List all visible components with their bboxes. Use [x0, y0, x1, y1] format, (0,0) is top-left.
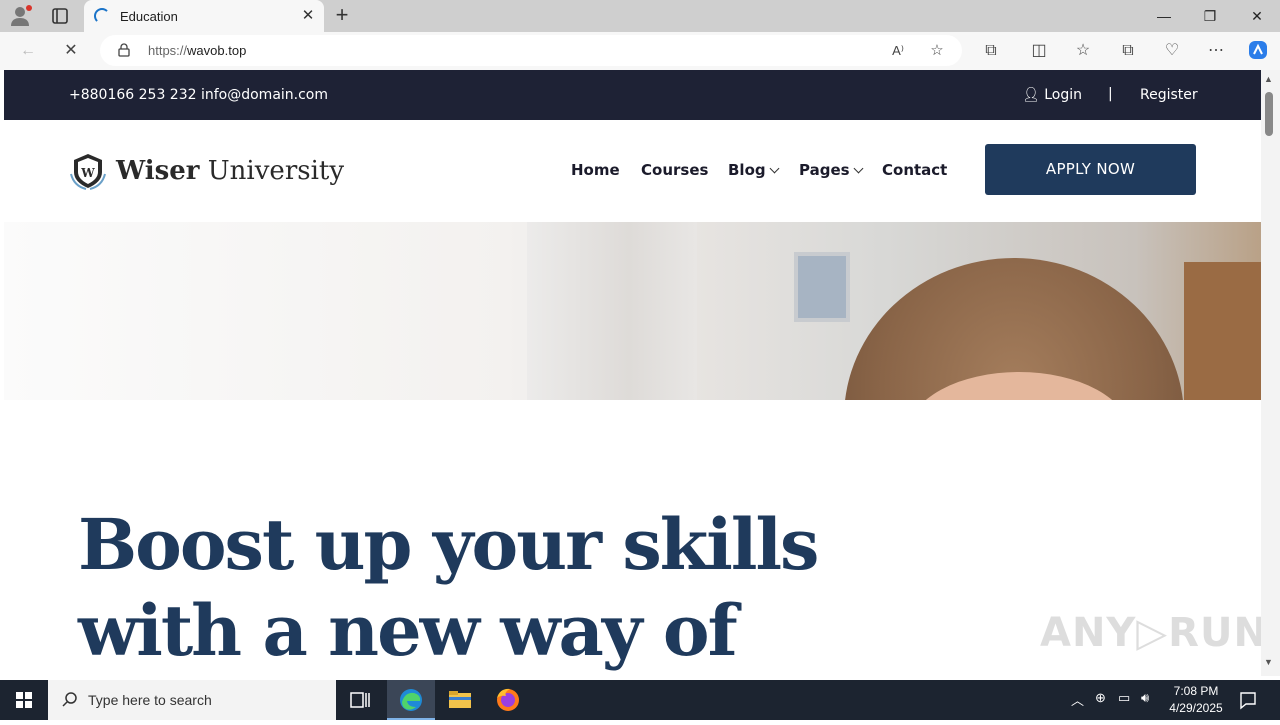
nav-blog-label: Blog — [728, 161, 766, 179]
volume-icon[interactable]: 🔊︎ — [1141, 690, 1149, 706]
tab-actions-icon[interactable] — [50, 6, 70, 26]
browser-tab-strip: Education ✕ + — ❐ ✕ — [0, 0, 1280, 32]
minimize-button[interactable]: — — [1141, 0, 1187, 32]
meet-now-icon[interactable]: ⊕ — [1095, 690, 1106, 706]
clock-time: 7:08 PM — [1173, 684, 1219, 698]
site-topbar: +880166 253 232 info@domain.com 👤︎ Login… — [4, 70, 1261, 120]
clock-date: 4/29/2025 — [1169, 701, 1223, 715]
hero-building-column — [527, 222, 697, 400]
hero-image — [4, 222, 1261, 400]
headline-line-2: with a new way of — [78, 589, 738, 672]
windows-taskbar: Type here to search ︿ ⊕ ▭ 🔊︎ 7:08 PM 4/2… — [0, 680, 1280, 720]
page-viewport: +880166 253 232 info@domain.com 👤︎ Login… — [4, 70, 1261, 676]
hero-window — [794, 252, 850, 322]
brand-light: University — [199, 156, 345, 186]
nav-contact[interactable]: Contact — [882, 161, 947, 179]
chevron-down-icon — [769, 163, 780, 174]
browser-toolbar: ← ✕ https://wavob.top A⁾ ☆ ⧉ ◫ ☆ ⧉ ♡ ⋯ — [0, 32, 1280, 70]
user-icon: 👤︎ — [1022, 87, 1040, 103]
nav-pages[interactable]: Pages — [799, 161, 864, 179]
taskbar-search-box[interactable]: Type here to search — [48, 680, 336, 720]
address-bar[interactable]: https://wavob.top A⁾ ☆ — [100, 35, 962, 66]
brand-name[interactable]: Wiser University — [116, 156, 344, 186]
anyrun-watermark: ANY▷RUN — [1040, 610, 1261, 656]
browser-essentials-icon[interactable]: ♡ — [1159, 39, 1185, 63]
url-scheme: https:// — [148, 43, 188, 58]
browser-tab-education[interactable]: Education ✕ — [84, 0, 324, 32]
notification-icon[interactable] — [1238, 690, 1258, 710]
url-text[interactable]: https://wavob.top — [148, 43, 246, 58]
page-scrollbar[interactable]: ▲ ▼ — [1261, 70, 1280, 676]
back-icon[interactable]: ← — [15, 39, 41, 63]
task-view-icon[interactable] — [336, 680, 384, 720]
headline-line-1: Boost up your skills — [78, 503, 819, 586]
more-menu-icon[interactable]: ⋯ — [1203, 39, 1229, 63]
nav-pages-label: Pages — [799, 161, 850, 179]
scrollbar-thumb[interactable] — [1265, 92, 1273, 136]
tab-title: Education — [120, 9, 178, 24]
hero-headline: Boost up your skills with a new way of — [78, 502, 819, 674]
url-host: wavob.top — [187, 43, 247, 58]
favorites-icon[interactable]: ☆ — [1070, 39, 1096, 63]
collections-icon[interactable]: ⧉ — [1115, 39, 1141, 63]
network-icon[interactable]: ▭ — [1118, 690, 1130, 706]
search-icon — [62, 691, 78, 707]
brand-bold: Wiser — [116, 156, 200, 186]
restore-button[interactable]: ❐ — [1187, 0, 1233, 32]
extensions-icon[interactable]: ⧉ — [978, 39, 1004, 63]
tab-close-icon[interactable]: ✕ — [300, 8, 316, 24]
nav-blog[interactable]: Blog — [728, 161, 780, 179]
read-aloud-icon[interactable]: A⁾ — [888, 41, 908, 61]
scroll-down-icon[interactable]: ▼ — [1264, 657, 1273, 667]
profile-icon[interactable] — [8, 4, 34, 28]
svg-text:W: W — [80, 166, 95, 180]
login-link[interactable]: 👤︎ Login — [1022, 87, 1082, 103]
site-header: W Wiser University Home Courses Blog Pag… — [4, 120, 1261, 222]
nav-home[interactable]: Home — [571, 161, 620, 179]
chevron-down-icon — [853, 163, 864, 174]
login-label: Login — [1044, 87, 1083, 103]
university-logo-icon[interactable]: W — [68, 152, 108, 190]
system-clock[interactable]: 7:08 PM 4/29/2025 — [1164, 683, 1228, 717]
apply-now-button[interactable]: APPLY NOW — [985, 144, 1196, 195]
new-tab-button[interactable]: + — [330, 4, 354, 28]
scroll-up-icon[interactable]: ▲ — [1264, 74, 1273, 84]
nav-courses[interactable]: Courses — [641, 161, 708, 179]
split-screen-icon[interactable]: ◫ — [1026, 39, 1052, 63]
file-explorer-icon[interactable] — [436, 680, 484, 720]
loading-icon — [94, 8, 110, 24]
divider: | — [1108, 86, 1113, 102]
copilot-icon[interactable] — [1245, 39, 1271, 63]
firefox-icon[interactable] — [484, 680, 532, 720]
register-link[interactable]: Register — [1140, 87, 1198, 103]
windows-start-icon[interactable] — [0, 680, 48, 720]
lock-icon[interactable] — [118, 43, 130, 57]
close-window-button[interactable]: ✕ — [1234, 0, 1280, 32]
hero-door — [1184, 262, 1261, 400]
tray-chevron-up-icon[interactable]: ︿ — [1071, 690, 1084, 709]
search-placeholder: Type here to search — [88, 692, 212, 708]
edge-taskbar-icon[interactable] — [387, 680, 435, 720]
favorite-star-icon[interactable]: ☆ — [927, 41, 947, 61]
contact-info: +880166 253 232 info@domain.com — [69, 87, 329, 103]
stop-loading-icon[interactable]: ✕ — [58, 39, 84, 63]
